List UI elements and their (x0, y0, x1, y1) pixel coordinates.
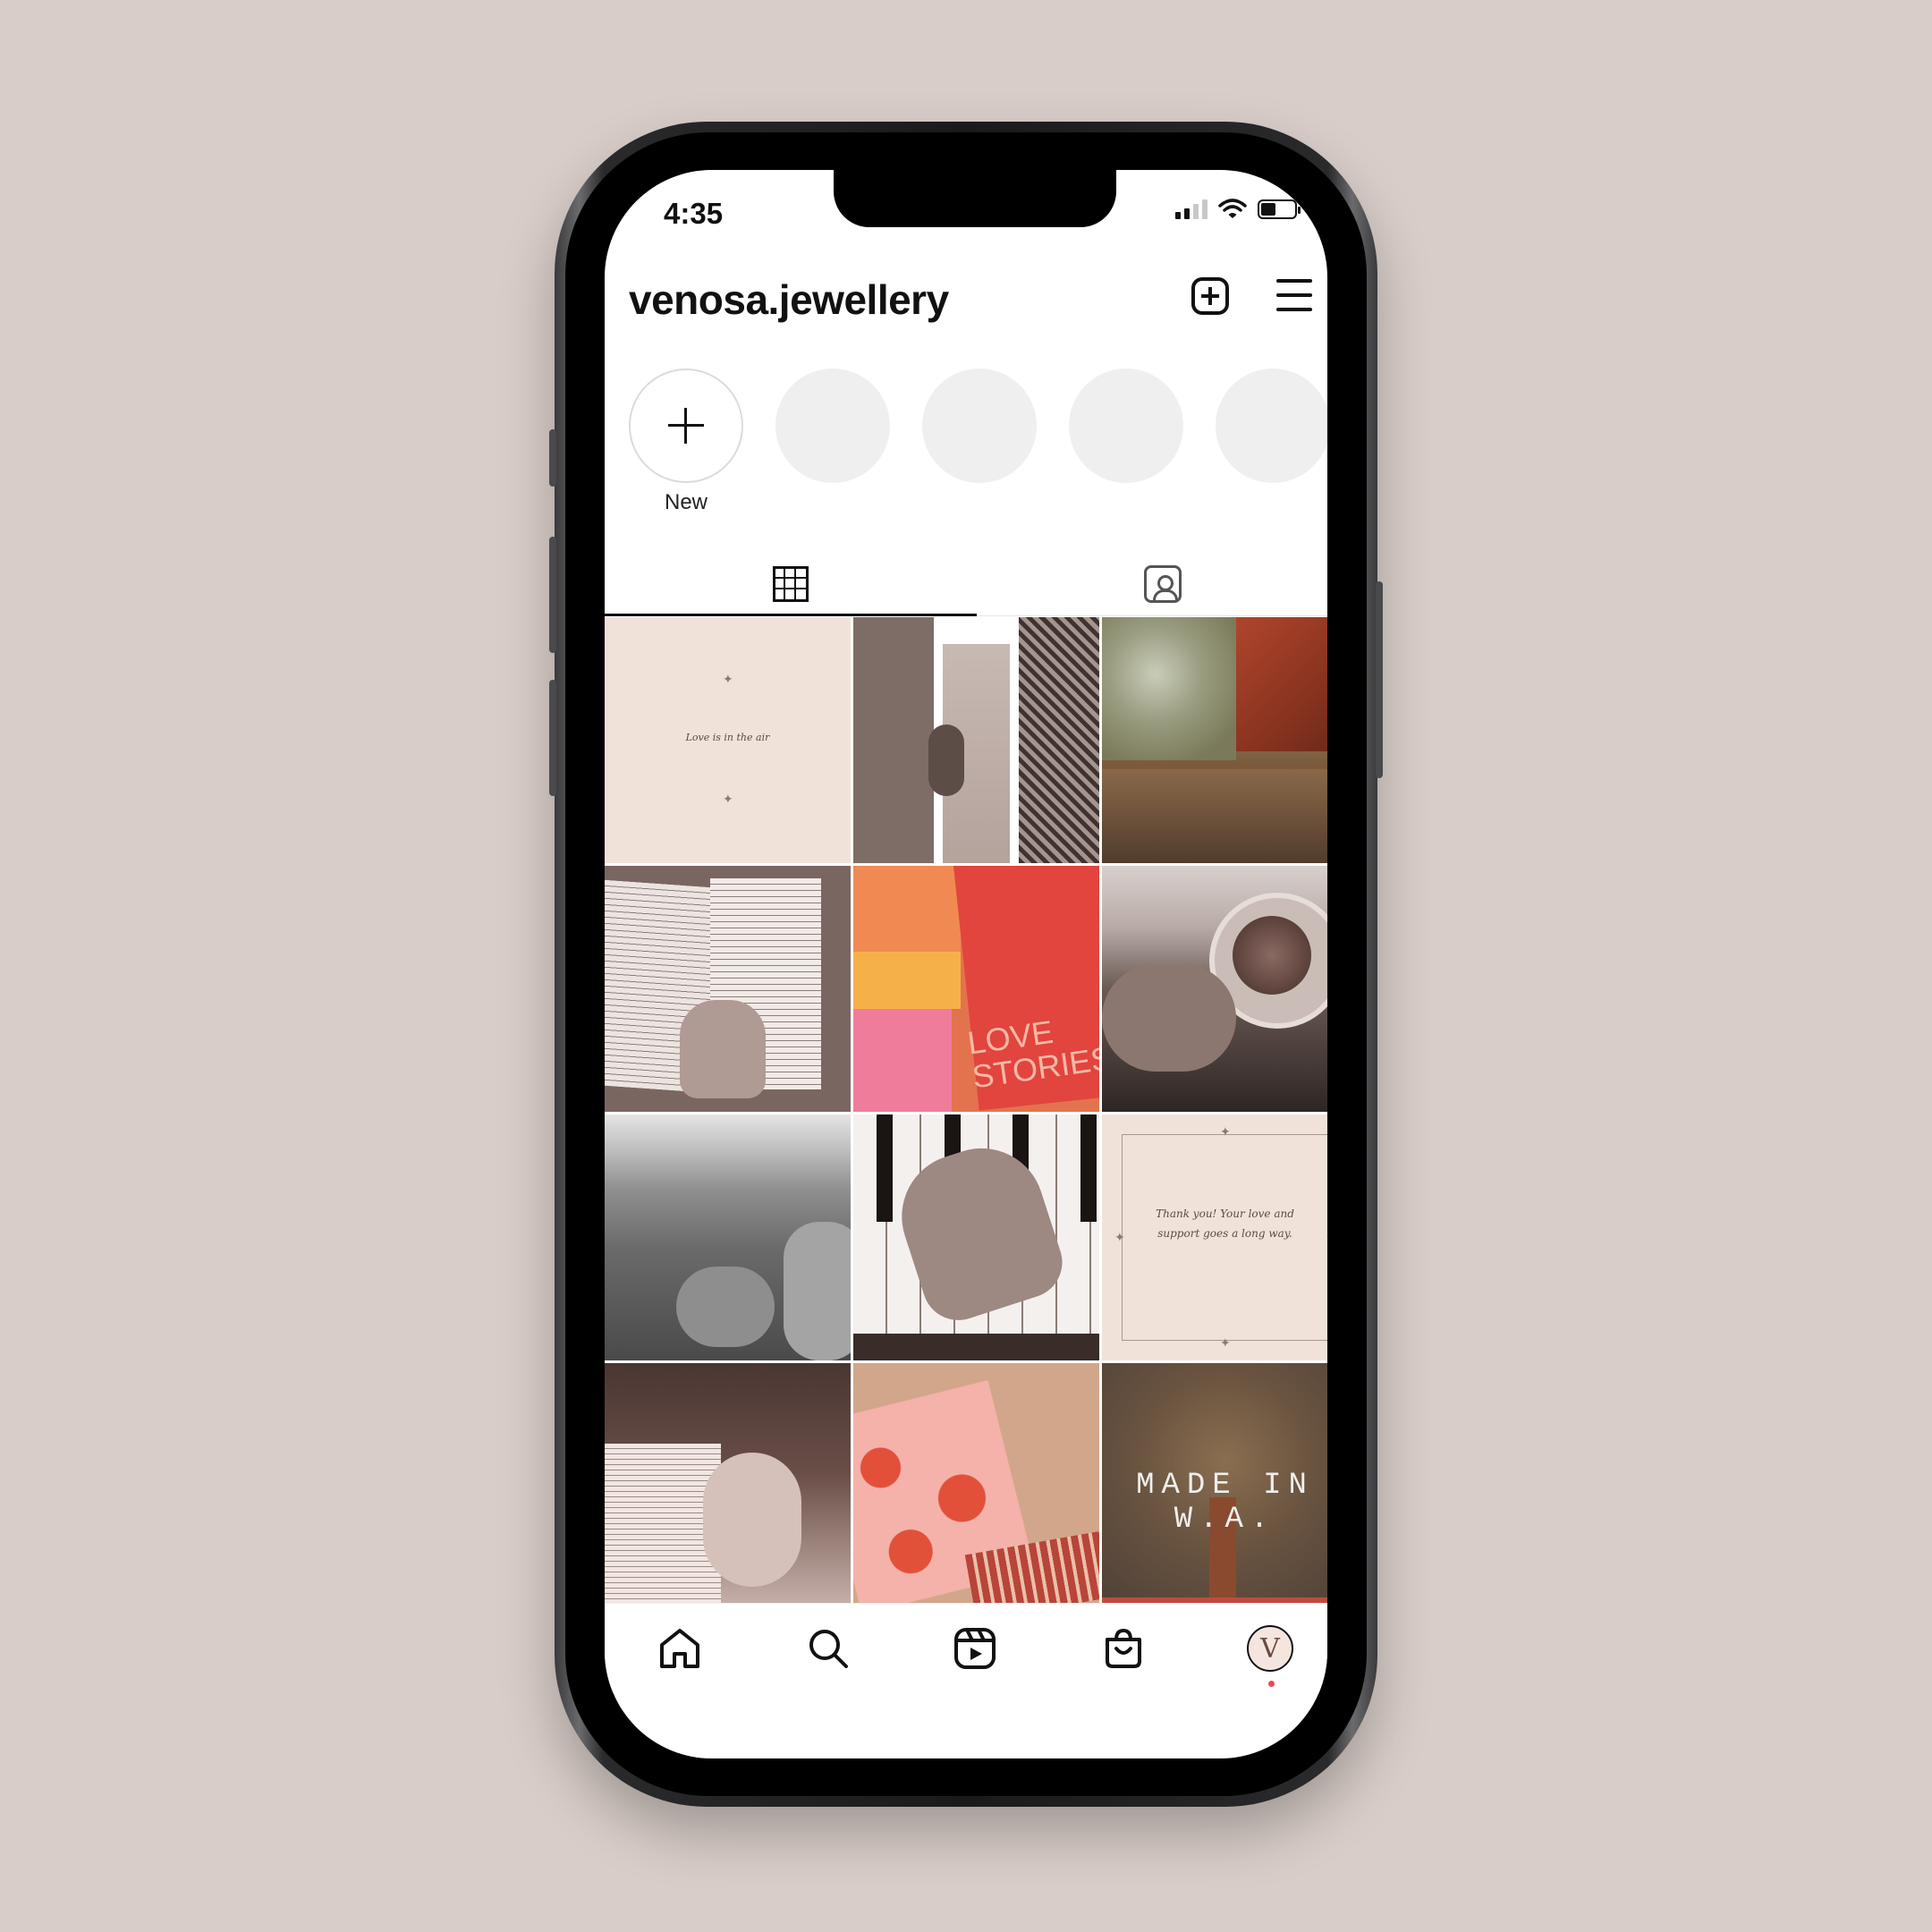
post-caption: Love is in the air (685, 732, 770, 743)
phone-bezel: 4:35 venosa.jewellery New ✦ Love is in t… (565, 132, 1367, 1796)
post-caption: MADE IN W.A. (1136, 1469, 1314, 1537)
post-thumbnail[interactable] (605, 1114, 851, 1360)
posts-grid: ✦ Love is in the air ✦ LOVE STORIES ✦ ✦ … (605, 617, 1327, 1609)
notification-dot (1268, 1681, 1275, 1687)
post-caption: Thank you! Your love and support goes a … (1156, 1208, 1294, 1240)
profile-avatar[interactable]: V (1247, 1625, 1293, 1672)
post-thumbnail[interactable] (1102, 617, 1327, 863)
post-thumbnail[interactable] (1102, 866, 1327, 1112)
volume-up-button (549, 537, 556, 653)
volume-down-button (549, 680, 556, 796)
power-button (1376, 581, 1383, 778)
plus-square-icon[interactable] (1191, 277, 1229, 315)
battery-icon (1258, 199, 1301, 219)
phone-frame: 4:35 venosa.jewellery New ✦ Love is in t… (549, 122, 1383, 1807)
hamburger-menu-icon[interactable] (1276, 279, 1312, 311)
post-thumbnail[interactable]: ✦ Love is in the air ✦ (605, 617, 851, 863)
highlight-new-label: New (664, 490, 708, 514)
highlight-placeholder (922, 369, 1037, 515)
wifi-icon (1218, 199, 1247, 218)
post-thumbnail[interactable] (853, 1114, 1099, 1360)
status-time: 4:35 (664, 197, 724, 230)
highlight-placeholder (775, 369, 890, 515)
tab-posts-grid[interactable] (605, 555, 977, 616)
screen: 4:35 venosa.jewellery New ✦ Love is in t… (605, 170, 1327, 1758)
cellular-signal-icon (1175, 199, 1208, 219)
plus-icon (668, 408, 704, 444)
story-highlights: New (629, 369, 1327, 515)
post-thumbnail[interactable] (605, 1363, 851, 1609)
post-thumbnail[interactable] (853, 617, 1099, 863)
highlight-placeholder (1216, 369, 1327, 515)
tab-tagged[interactable] (977, 555, 1327, 614)
profile-username[interactable]: venosa.jewellery (629, 275, 949, 324)
tagged-icon (1144, 565, 1182, 603)
shop-icon[interactable] (1100, 1625, 1147, 1672)
mute-switch (549, 429, 556, 487)
post-thumbnail[interactable]: MADE IN W.A. (1102, 1363, 1327, 1609)
highlight-placeholder (1069, 369, 1183, 515)
post-thumbnail[interactable] (853, 1363, 1099, 1609)
profile-tabs (605, 555, 1327, 616)
grid-icon (773, 566, 809, 602)
new-highlight-button[interactable] (629, 369, 743, 483)
reels-icon[interactable] (952, 1625, 998, 1672)
highlight-new[interactable]: New (629, 369, 743, 515)
home-icon[interactable] (657, 1625, 703, 1672)
bottom-navigation: V (605, 1603, 1327, 1693)
status-icons (1175, 199, 1301, 220)
post-thumbnail[interactable]: LOVE STORIES (853, 866, 1099, 1112)
notch (834, 170, 1116, 227)
post-thumbnail[interactable] (605, 866, 851, 1112)
post-thumbnail[interactable]: ✦ ✦ ✦ ✦ Thank you! Your love and support… (1102, 1114, 1327, 1360)
search-icon[interactable] (805, 1625, 852, 1672)
